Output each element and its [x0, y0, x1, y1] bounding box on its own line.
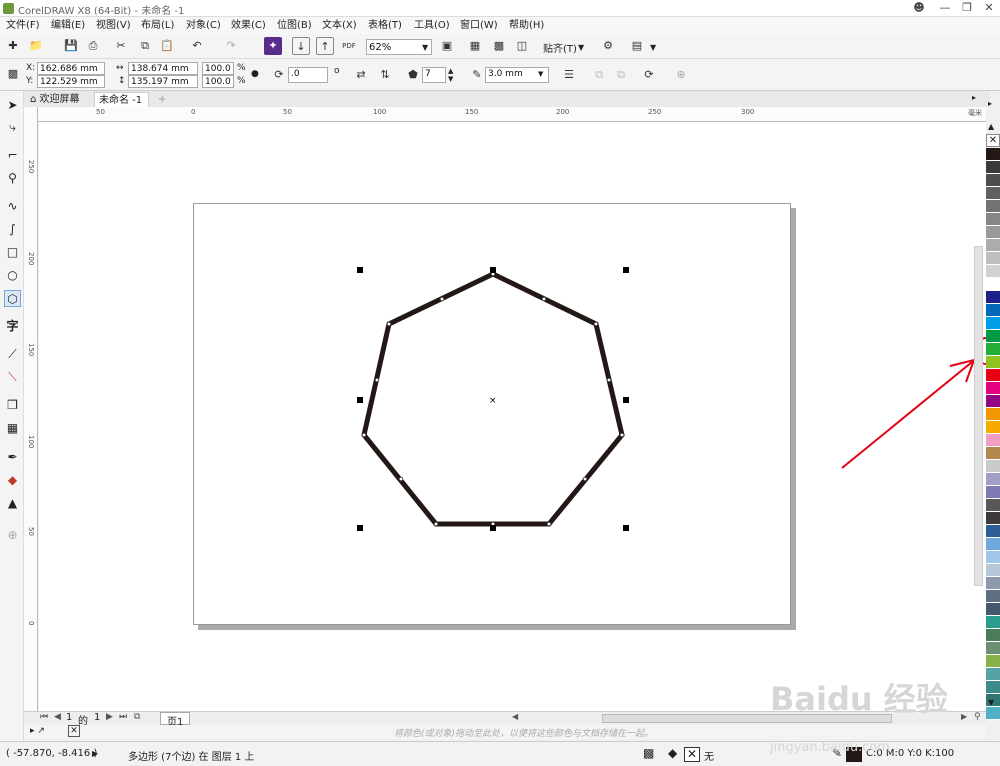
- page-total: 1: [94, 712, 101, 723]
- color-swatch[interactable]: [986, 655, 1000, 668]
- cursor-coordinates: ( -57.870, -8.416 ): [6, 748, 98, 759]
- color-swatch[interactable]: [986, 538, 1000, 551]
- color-swatch[interactable]: [986, 577, 1000, 590]
- last-page-icon[interactable]: ⏭: [119, 712, 127, 722]
- color-swatch[interactable]: [986, 343, 1000, 356]
- first-page-icon[interactable]: ⏮: [40, 712, 48, 722]
- color-swatch[interactable]: [986, 499, 1000, 512]
- color-swatch[interactable]: [986, 265, 1000, 278]
- color-swatch[interactable]: [986, 408, 1000, 421]
- fill-none-label: 无: [704, 752, 714, 763]
- palette-hint-text: 将颜色(或对象)拖动至此处，以便将这些颜色与文档存储在一起。: [394, 729, 654, 739]
- no-color-swatch[interactable]: ✕: [986, 134, 1000, 147]
- color-swatch[interactable]: [986, 707, 1000, 720]
- color-swatch[interactable]: [986, 551, 1000, 564]
- color-swatch[interactable]: [986, 226, 1000, 239]
- color-swatch[interactable]: [986, 395, 1000, 408]
- add-page-icon[interactable]: ⧉: [134, 712, 140, 722]
- vertical-scrollbar[interactable]: [974, 246, 983, 586]
- color-swatch[interactable]: [986, 187, 1000, 200]
- color-swatch[interactable]: [986, 239, 1000, 252]
- document-palette-bar: ▸ ↗ ✕ 将颜色(或对象)拖动至此处，以便将这些颜色与文档存储在一起。: [24, 725, 986, 739]
- color-swatch[interactable]: [986, 213, 1000, 226]
- color-swatch[interactable]: [986, 668, 1000, 681]
- zoom-lens-icon[interactable]: ⚲: [974, 712, 981, 722]
- palette-scroll-down-icon[interactable]: ▼: [988, 698, 994, 707]
- color-swatch[interactable]: [986, 486, 1000, 499]
- center-marker-icon: ×: [489, 396, 497, 406]
- red-arrow-annotation: [841, 337, 997, 469]
- no-color-mini-icon[interactable]: ✕: [68, 725, 80, 737]
- baidu-watermark: Baidu 经验: [770, 680, 948, 718]
- selection-info: 多边形 (7个边) 在 图层 1 上: [128, 752, 255, 763]
- color-proof-icon[interactable]: ▩: [643, 746, 654, 760]
- eyedropper-mini-icon[interactable]: ▸ ↗: [30, 726, 45, 736]
- h-scroll-left-icon[interactable]: ◀: [512, 712, 518, 721]
- color-swatch[interactable]: [986, 330, 1000, 343]
- color-swatch[interactable]: [986, 304, 1000, 317]
- color-swatch[interactable]: [986, 603, 1000, 616]
- color-swatch[interactable]: [986, 421, 1000, 434]
- canvas-overlay: ×: [357, 267, 997, 531]
- baidu-watermark-url: jingyan.baidu.com: [770, 740, 890, 755]
- color-swatch[interactable]: [986, 512, 1000, 525]
- color-swatch[interactable]: [986, 590, 1000, 603]
- color-swatch[interactable]: [986, 356, 1000, 369]
- palette-arrow-icon[interactable]: ▲: [988, 122, 994, 131]
- color-swatch[interactable]: [986, 317, 1000, 330]
- color-swatch[interactable]: [986, 434, 1000, 447]
- page-current: 1: [66, 712, 73, 723]
- palette-scroll-up-icon[interactable]: ▸: [988, 99, 992, 108]
- prev-page-icon[interactable]: ◀: [54, 712, 61, 722]
- color-swatch[interactable]: [986, 460, 1000, 473]
- page-tab[interactable]: 页1: [160, 712, 191, 728]
- color-swatch[interactable]: [986, 681, 1000, 694]
- color-swatch[interactable]: [986, 291, 1000, 304]
- color-swatch[interactable]: [986, 564, 1000, 577]
- color-swatch[interactable]: [986, 473, 1000, 486]
- color-swatch[interactable]: [986, 447, 1000, 460]
- color-swatch[interactable]: [986, 525, 1000, 538]
- color-swatch[interactable]: [986, 616, 1000, 629]
- color-swatch[interactable]: [986, 161, 1000, 174]
- status-expand-icon[interactable]: ▶: [92, 749, 98, 758]
- color-swatch[interactable]: [986, 629, 1000, 642]
- color-swatch[interactable]: [986, 278, 1000, 291]
- fill-bucket-icon[interactable]: ◆: [668, 746, 677, 760]
- color-swatch[interactable]: [986, 642, 1000, 655]
- color-swatch[interactable]: [986, 148, 1000, 161]
- next-page-icon[interactable]: ▶: [106, 712, 113, 722]
- color-swatch[interactable]: [986, 174, 1000, 187]
- color-palette: ✕: [986, 134, 1000, 720]
- color-swatch[interactable]: [986, 200, 1000, 213]
- fill-none-icon[interactable]: ✕: [684, 747, 700, 762]
- color-swatch[interactable]: [986, 369, 1000, 382]
- h-scroll-right-icon[interactable]: ▶: [961, 712, 967, 721]
- color-swatch[interactable]: [986, 252, 1000, 265]
- color-swatch[interactable]: [986, 382, 1000, 395]
